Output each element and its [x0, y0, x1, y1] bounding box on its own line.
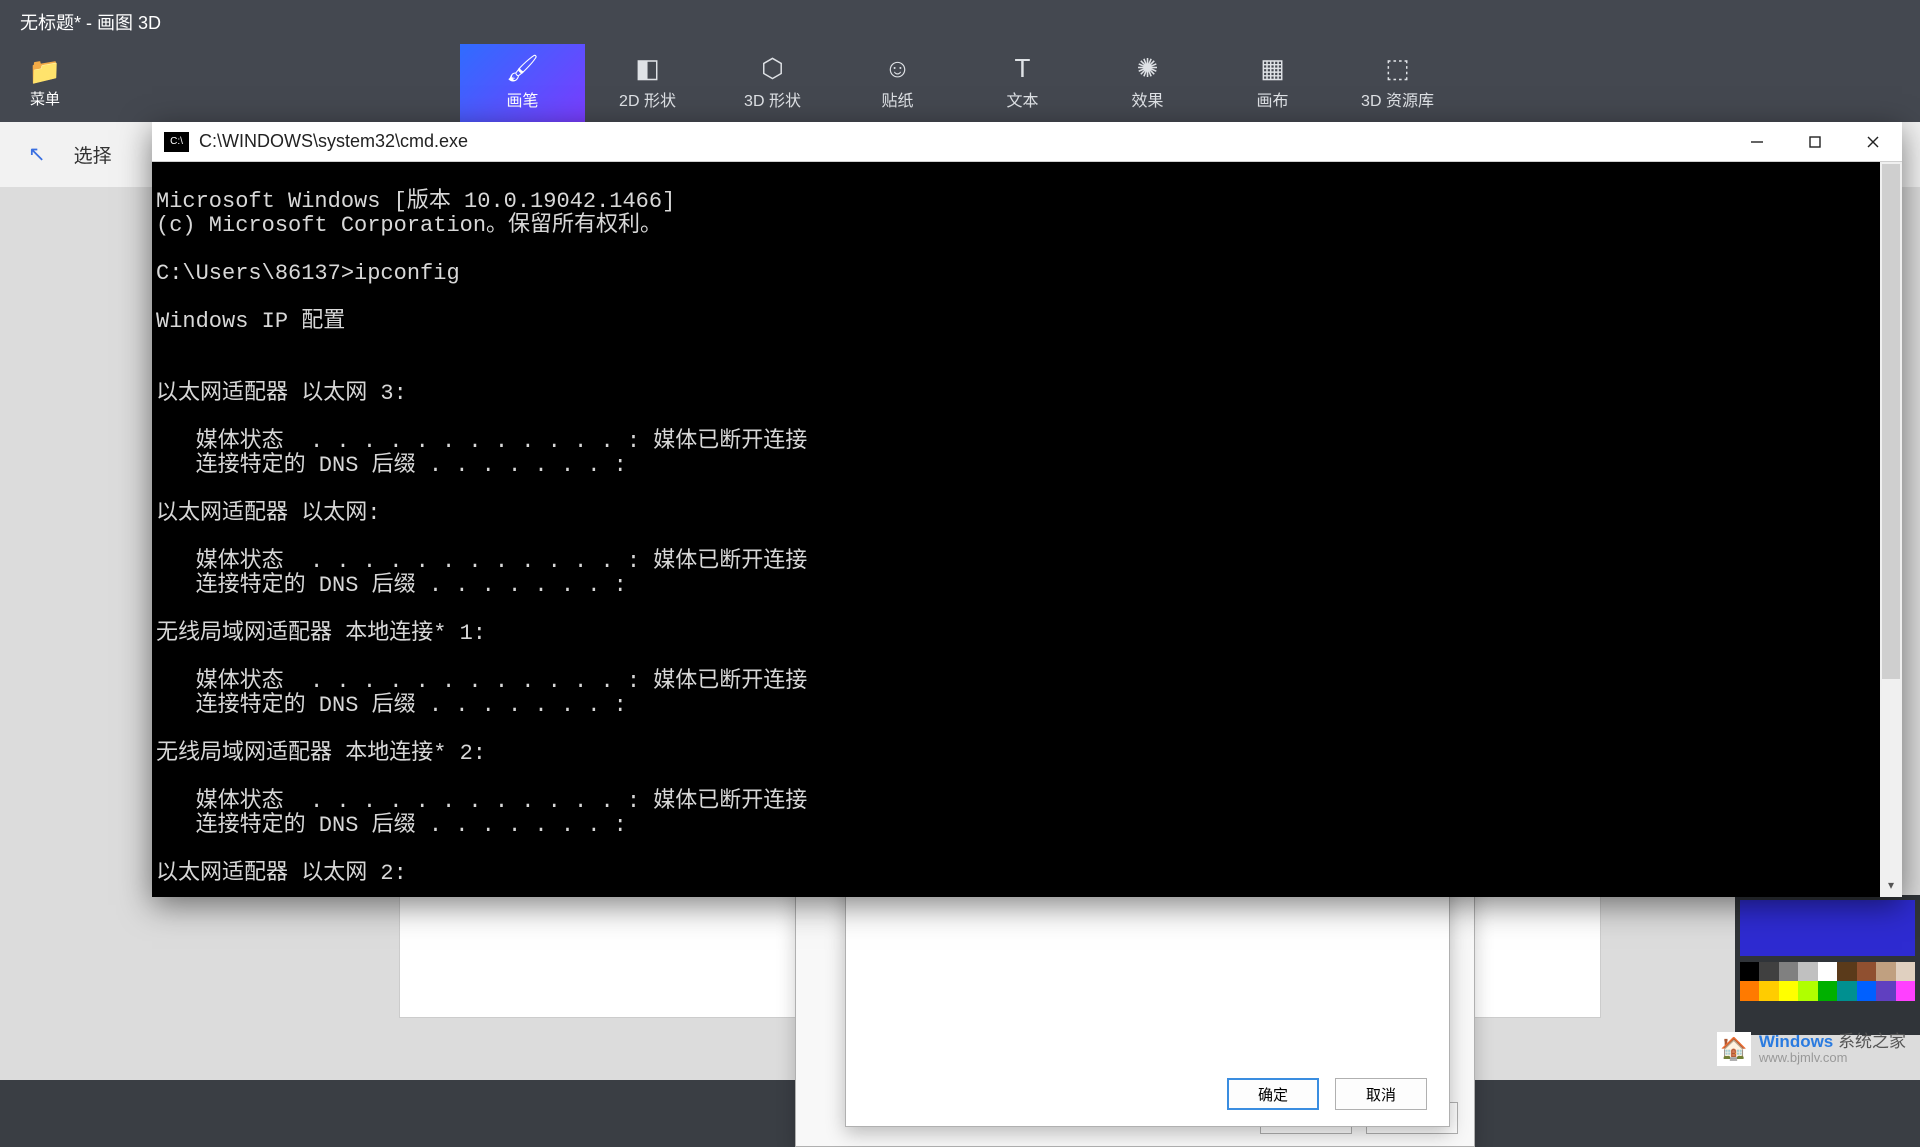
text-icon: T [1015, 55, 1031, 81]
cmd-scroll-thumb[interactable] [1882, 164, 1900, 679]
color-swatch[interactable] [1896, 981, 1915, 1000]
tool-label: 3D 资源库 [1361, 87, 1434, 111]
shape2d-icon: ◧ [635, 55, 660, 81]
tool-library3d[interactable]: ⬚ 3D 资源库 [1335, 44, 1460, 122]
tool-brush[interactable]: 🖌 画笔 [460, 44, 585, 122]
color-swatch[interactable] [1779, 962, 1798, 981]
color-swatch[interactable] [1798, 981, 1817, 1000]
tool-effects[interactable]: ✺ 效果 [1085, 44, 1210, 122]
color-swatch[interactable] [1740, 962, 1759, 981]
color-swatch[interactable] [1798, 962, 1817, 981]
tool-shape3d[interactable]: ⬡ 3D 形状 [710, 44, 835, 122]
maximize-button[interactable] [1786, 122, 1844, 162]
tool-text[interactable]: T 文本 [960, 44, 1085, 122]
library3d-icon: ⬚ [1385, 55, 1410, 81]
house-icon: 🏠 [1717, 1032, 1751, 1066]
color-swatch[interactable] [1818, 981, 1837, 1000]
sticker-icon: ☺ [884, 55, 911, 81]
tool-label: 文本 [1006, 87, 1038, 111]
canvas-icon: ▦ [1260, 55, 1285, 81]
cursor-icon: ↖ [28, 142, 46, 167]
tool-shape2d[interactable]: ◧ 2D 形状 [585, 44, 710, 122]
color-swatch[interactable] [1837, 962, 1856, 981]
cmd-icon: C:\ [164, 132, 189, 152]
color-swatch[interactable] [1759, 981, 1778, 1000]
color-swatch[interactable] [1837, 981, 1856, 1000]
cmd-output: Microsoft Windows [版本 10.0.19042.1466] (… [156, 189, 807, 886]
scroll-down-icon[interactable]: ▾ [1880, 875, 1902, 897]
folder-icon: 📁 [29, 58, 61, 84]
ok-button[interactable]: 确定 [1227, 1078, 1319, 1110]
paint3d-titlebar: 无标题* - 画图 3D [0, 0, 1920, 44]
cmd-body[interactable]: Microsoft Windows [版本 10.0.19042.1466] (… [152, 162, 1902, 897]
watermark-suffix: 系统之家 [1838, 1032, 1906, 1051]
select-tool[interactable]: 选择 [74, 141, 112, 168]
color-swatch[interactable] [1759, 962, 1778, 981]
minimize-icon [1750, 135, 1764, 149]
menu-label: 菜单 [30, 88, 60, 109]
tool-label: 画布 [1256, 87, 1288, 111]
tool-label: 画笔 [506, 87, 538, 111]
tool-label: 贴纸 [881, 87, 913, 111]
color-swatch[interactable] [1740, 981, 1759, 1000]
cmd-scrollbar[interactable]: ▾ [1880, 162, 1902, 897]
color-panel [1735, 895, 1920, 1035]
paint3d-title: 无标题* - 画图 3D [20, 9, 161, 35]
minimize-button[interactable] [1728, 122, 1786, 162]
color-swatch[interactable] [1818, 962, 1837, 981]
color-swatch[interactable] [1857, 981, 1876, 1000]
brush-icon: 🖌 [506, 55, 539, 81]
color-swatch[interactable] [1876, 981, 1895, 1000]
watermark-brand: Windows [1759, 1032, 1833, 1051]
shape3d-icon: ⬡ [761, 55, 784, 81]
color-swatch[interactable] [1896, 962, 1915, 981]
maximize-icon [1808, 135, 1822, 149]
tool-label: 3D 形状 [744, 87, 801, 111]
cmd-window: C:\ C:\WINDOWS\system32\cmd.exe Microsof… [152, 122, 1902, 897]
tool-label: 2D 形状 [619, 87, 676, 111]
close-icon [1866, 135, 1880, 149]
menu-button[interactable]: 📁 菜单 [0, 44, 90, 122]
cmd-titlebar[interactable]: C:\ C:\WINDOWS\system32\cmd.exe [152, 122, 1902, 162]
tool-canvas[interactable]: ▦ 画布 [1210, 44, 1335, 122]
color-swatch[interactable] [1779, 981, 1798, 1000]
color-swatches [1735, 962, 1920, 1001]
color-swatch[interactable] [1857, 962, 1876, 981]
watermark: 🏠 Windows 系统之家 www.bjmlv.com [1717, 1032, 1906, 1066]
current-color-swatch[interactable] [1740, 900, 1915, 956]
tool-label: 效果 [1131, 87, 1163, 111]
close-button[interactable] [1844, 122, 1902, 162]
tool-sticker[interactable]: ☺ 贴纸 [835, 44, 960, 122]
cancel-button[interactable]: 取消 [1335, 1078, 1427, 1110]
cmd-title: C:\WINDOWS\system32\cmd.exe [199, 131, 468, 152]
tool-strip: 🖌 画笔 ◧ 2D 形状 ⬡ 3D 形状 ☺ 贴纸 T 文本 ✺ 效果 ▦ 画布 ⬚ 3D 资源库 [460, 44, 1460, 122]
watermark-url: www.bjmlv.com [1759, 1051, 1906, 1065]
effects-icon: ✺ [1137, 55, 1159, 81]
color-swatch[interactable] [1876, 962, 1895, 981]
